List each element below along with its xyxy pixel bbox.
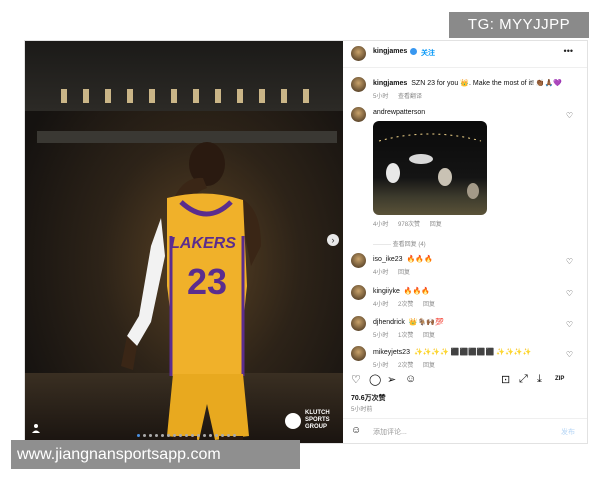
comment-username[interactable]: djhendrick [373, 319, 405, 326]
comment-avatar[interactable] [351, 316, 366, 331]
comment-username[interactable]: kingiiyke [373, 288, 400, 295]
comment-reply-link[interactable]: 回复 [423, 363, 435, 369]
carousel-dot[interactable] [143, 434, 146, 437]
comment-like-icon[interactable]: ♡ [566, 111, 573, 120]
likes-count[interactable]: 70.6万次赞 [351, 393, 386, 403]
comment-username[interactable]: andrewpatterson [373, 109, 425, 116]
carousel-dot[interactable] [149, 434, 152, 437]
caption-username[interactable]: kingjames [373, 80, 407, 87]
carousel-dot[interactable] [227, 434, 230, 437]
comment-avatar[interactable] [351, 107, 366, 122]
author-username[interactable]: kingjames [373, 48, 407, 55]
comment-time: 5小时 [373, 333, 389, 339]
carousel-dot[interactable] [221, 434, 224, 437]
comment-icon[interactable]: ◯ [369, 373, 381, 386]
expand-icon[interactable]: ⤢ [519, 373, 528, 386]
carousel-dot[interactable] [233, 434, 236, 437]
goats-illustration [378, 133, 482, 199]
comment-text: ✨✨✨✨ ⬛⬛⬛⬛⬛ ✨✨✨✨ [413, 349, 532, 356]
carousel-dot[interactable] [161, 434, 164, 437]
comment-username[interactable]: mikeyjets23 [373, 349, 410, 356]
comment-reply-link[interactable]: 回复 [423, 333, 435, 339]
bookmark-icon[interactable]: ⊡ [501, 373, 510, 386]
carousel-dot[interactable] [203, 434, 206, 437]
carousel-dot[interactable] [173, 434, 176, 437]
arena-lights [61, 89, 321, 103]
post-side-panel: kingjames 关注 ••• kingjames SZN 23 for you… [343, 41, 587, 443]
carousel-dot[interactable] [215, 434, 218, 437]
emoji-picker-icon[interactable]: ☺ [351, 425, 361, 436]
klutch-mark-icon [285, 412, 301, 429]
comment-text: 👑🐐🙌🏾💯 [408, 319, 444, 326]
view-replies-link[interactable]: ——— 查看回复 (4) [373, 239, 426, 248]
post-action-bar: ♡ ◯ ➢ ☺ ⊡ ⤢ ⤓ ZIP [343, 371, 587, 389]
caption-time: 5小时 [373, 94, 389, 100]
comment-time: 5小时 [373, 363, 389, 369]
comment-username[interactable]: iso_ike23 [373, 256, 403, 263]
emoji-icon[interactable]: ☺ [405, 373, 416, 385]
carousel-dot[interactable] [179, 434, 182, 437]
comment-text: 🔥🔥🔥 [403, 288, 431, 295]
carousel-dots [137, 434, 236, 437]
comment-avatar[interactable] [351, 253, 366, 268]
watermark-bottom: www.jiangnansportsapp.com [11, 440, 300, 469]
carousel-dot[interactable] [155, 434, 158, 437]
instagram-post-modal: LAKERS 23 › KLUTCH SPORTS GROUP kingjame… [24, 40, 588, 444]
author-avatar[interactable] [351, 46, 366, 61]
carousel-dot[interactable] [197, 434, 200, 437]
verified-badge-icon [410, 48, 417, 55]
comment-time: 4小时 [373, 302, 389, 308]
comment-reply-link[interactable]: 回复 [423, 302, 435, 308]
klutch-logo-text: KLUTCH SPORTS GROUP [305, 410, 330, 430]
watermark-top: TG: MYYJJPP [449, 12, 589, 38]
jersey-number: 23 [187, 261, 227, 302]
translate-link[interactable]: 查看翻译 [398, 94, 422, 100]
more-icon[interactable]: ••• [564, 46, 573, 56]
follow-button[interactable]: 关注 [421, 48, 435, 58]
tagged-user-icon[interactable] [31, 423, 41, 433]
player-figure: LAKERS 23 [121, 142, 261, 443]
carousel-dot[interactable] [191, 434, 194, 437]
carousel-dot[interactable] [167, 434, 170, 437]
comment-reply-link[interactable]: 回复 [398, 270, 410, 276]
carousel-dot[interactable] [185, 434, 188, 437]
comment-avatar[interactable] [351, 346, 366, 361]
comment-time: 4小时 [373, 222, 389, 228]
send-icon[interactable]: ➢ [387, 373, 396, 386]
comment-likes[interactable]: 1次赞 [398, 333, 413, 339]
comment-avatar[interactable] [351, 285, 366, 300]
heart-icon[interactable]: ♡ [351, 373, 361, 386]
comment-like-icon[interactable]: ♡ [566, 289, 573, 298]
comment-image-goats[interactable] [373, 121, 487, 215]
carousel-dot[interactable] [209, 434, 212, 437]
caption-avatar[interactable] [351, 77, 366, 92]
zip-button[interactable]: ZIP [555, 376, 564, 382]
jersey-team: LAKERS [170, 235, 236, 252]
comment-text: 🔥🔥🔥 [406, 256, 433, 263]
caption-text: SZN 23 for you 👑. Make the most of it! 👏… [411, 80, 563, 87]
comment-like-icon[interactable]: ♡ [566, 350, 573, 359]
comment-like-icon[interactable]: ♡ [566, 320, 573, 329]
post-header: kingjames 关注 ••• [343, 41, 587, 68]
post-comment-button[interactable]: 发布 [561, 427, 575, 437]
klutch-logo: KLUTCH SPORTS GROUP [285, 410, 335, 431]
carousel-dot[interactable] [137, 434, 140, 437]
comment-like-icon[interactable]: ♡ [566, 257, 573, 266]
comment-input[interactable]: 添加评论... [373, 427, 407, 437]
comment-likes[interactable]: 2次赞 [398, 363, 413, 369]
comment-reply-link[interactable]: 回复 [430, 222, 442, 228]
carousel-next-button[interactable]: › [327, 234, 339, 246]
view-replies-label: 查看回复 (4) [392, 242, 426, 248]
download-icon[interactable]: ⤓ [537, 373, 542, 386]
comment-composer: ☺ 添加评论... 发布 [343, 418, 587, 444]
post-date: 5小时前 [351, 407, 373, 413]
post-photo[interactable]: LAKERS 23 › KLUTCH SPORTS GROUP [25, 41, 343, 443]
comment-likes[interactable]: 978次赞 [398, 222, 420, 228]
comment-likes[interactable]: 2次赞 [398, 302, 413, 308]
comment-time: 4小时 [373, 270, 389, 276]
